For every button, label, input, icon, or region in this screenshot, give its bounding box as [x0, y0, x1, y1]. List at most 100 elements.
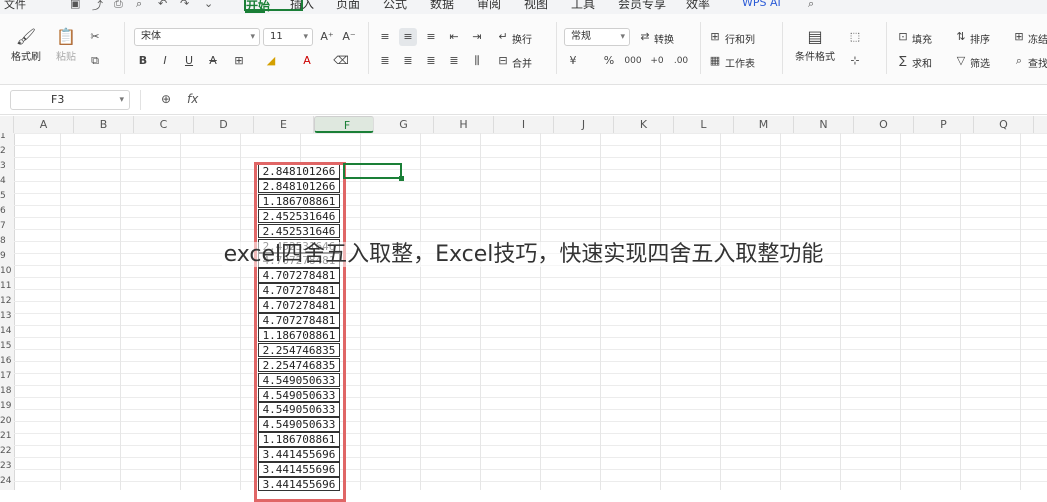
align-bottom-icon[interactable]: ≡ — [422, 28, 440, 46]
row-header[interactable]: 12 — [0, 295, 14, 307]
column-header-p[interactable]: P — [914, 116, 974, 133]
row-header[interactable]: 23 — [0, 460, 14, 472]
quick-access-dropdown-icon[interactable]: ⌄ — [204, 0, 213, 10]
column-header-m[interactable]: M — [734, 116, 794, 133]
row-header[interactable]: 21 — [0, 430, 14, 442]
convert-button[interactable]: 转换 — [654, 31, 674, 46]
thousands-icon[interactable]: 000 — [624, 52, 642, 70]
row-header[interactable]: 13 — [0, 310, 14, 322]
merge-button[interactable]: 合并 — [512, 55, 532, 70]
column-header-g[interactable]: G — [374, 116, 434, 133]
column-header-c[interactable]: C — [134, 116, 194, 133]
column-header-j[interactable]: J — [554, 116, 614, 133]
format-painter-button[interactable]: 🖌 格式刷 — [6, 26, 46, 63]
underline-icon[interactable]: U — [180, 52, 198, 70]
wrap-text-button[interactable]: 换行 — [512, 31, 532, 46]
tab-data[interactable]: 数据 — [430, 0, 454, 12]
row-header[interactable]: 5 — [0, 190, 14, 202]
column-header-e[interactable]: E — [254, 116, 314, 133]
tab-review[interactable]: 审阅 — [477, 0, 501, 12]
column-header-q[interactable]: Q — [974, 116, 1034, 133]
freeze-button[interactable]: 冻结 — [1028, 31, 1047, 46]
column-header-k[interactable]: K — [614, 116, 674, 133]
italic-icon[interactable]: I — [156, 52, 174, 70]
row-header[interactable]: 19 — [0, 400, 14, 412]
save-icon[interactable]: ▣ — [70, 0, 80, 10]
select-all-corner[interactable] — [0, 116, 14, 133]
preview-icon[interactable]: ⌕ — [136, 0, 142, 11]
filter-button[interactable]: 筛选 — [970, 55, 990, 70]
clear-format-icon[interactable]: ⌫ — [332, 52, 350, 70]
find-button[interactable]: 查找 — [1028, 55, 1047, 70]
print-icon[interactable]: ⎙ — [114, 0, 123, 11]
name-box[interactable]: F3 ▾ — [10, 90, 130, 110]
row-header[interactable]: 4 — [0, 175, 14, 187]
font-size-select[interactable]: 11 ▾ — [263, 28, 313, 46]
tab-tools[interactable]: 工具 — [571, 0, 595, 12]
tab-view[interactable]: 视图 — [524, 0, 548, 12]
row-header[interactable]: 1 — [0, 133, 14, 142]
row-header[interactable]: 2 — [0, 145, 14, 157]
align-left-icon[interactable]: ≣ — [376, 52, 394, 70]
fill-button[interactable]: 填充 — [912, 31, 932, 46]
paste-button[interactable]: 📋 粘贴 — [46, 26, 86, 63]
row-col-button[interactable]: 行和列 — [725, 31, 755, 46]
column-header-i[interactable]: I — [494, 116, 554, 133]
increase-decimal-icon[interactable]: +0 — [648, 52, 666, 70]
row-header[interactable]: 7 — [0, 220, 14, 232]
zoom-icon[interactable]: ⊕ — [161, 92, 171, 106]
fx-icon[interactable]: fx — [187, 92, 198, 106]
row-header[interactable]: 3 — [0, 160, 14, 172]
align-center-icon[interactable]: ≣ — [399, 52, 417, 70]
align-top-icon[interactable]: ≡ — [376, 28, 394, 46]
sum-button[interactable]: 求和 — [912, 55, 932, 70]
row-header[interactable]: 24 — [0, 475, 14, 487]
column-header-f[interactable]: F — [314, 116, 374, 133]
cut-icon[interactable]: ✂ — [86, 28, 104, 46]
distribute-icon[interactable]: ⫼ — [468, 52, 486, 70]
column-header-n[interactable]: N — [794, 116, 854, 133]
conditional-format-button[interactable]: ▤ 条件格式 — [792, 26, 838, 63]
increase-indent-icon[interactable]: ⇥ — [468, 28, 486, 46]
active-cell-f3[interactable] — [343, 163, 404, 181]
formula-input[interactable]: ⊕ fx — [140, 90, 1047, 110]
increase-font-icon[interactable]: A⁺ — [318, 28, 336, 46]
currency-icon[interactable]: ¥ — [564, 52, 582, 70]
row-header[interactable]: 16 — [0, 355, 14, 367]
percent-icon[interactable]: % — [600, 52, 618, 70]
column-header-h[interactable]: H — [434, 116, 494, 133]
decrease-font-icon[interactable]: A⁻ — [340, 28, 358, 46]
search-icon[interactable]: ⌕ — [808, 0, 814, 11]
tab-insert[interactable]: 插入 — [290, 0, 314, 12]
worksheet-button[interactable]: 工作表 — [725, 55, 755, 70]
tab-efficiency[interactable]: 效率 — [686, 0, 710, 12]
tab-member[interactable]: 会员专享 — [618, 0, 666, 12]
row-header[interactable]: 17 — [0, 370, 14, 382]
decrease-decimal-icon[interactable]: .00 — [672, 52, 690, 70]
export-icon[interactable]: ⤴ — [92, 0, 103, 13]
column-header-l[interactable]: L — [674, 116, 734, 133]
column-header-d[interactable]: D — [194, 116, 254, 133]
justify-icon[interactable]: ≣ — [445, 52, 463, 70]
column-header-a[interactable]: A — [14, 116, 74, 133]
number-format-select[interactable]: 常规 ▾ — [564, 28, 630, 46]
fill-handle[interactable] — [399, 176, 404, 181]
wps-ai-button[interactable]: WPS AI — [742, 0, 781, 9]
row-header[interactable]: 6 — [0, 205, 14, 217]
font-color-icon[interactable]: A — [298, 52, 316, 70]
tab-formula[interactable]: 公式 — [383, 0, 407, 12]
tab-page[interactable]: 页面 — [336, 0, 360, 12]
align-right-icon[interactable]: ≣ — [422, 52, 440, 70]
cell-style-icon[interactable]: ⬚ — [846, 28, 864, 46]
strikethrough-icon[interactable]: A — [204, 52, 222, 70]
copy-icon[interactable]: ⧉ — [86, 52, 104, 70]
row-header[interactable]: 14 — [0, 325, 14, 337]
font-name-select[interactable]: 宋体 ▾ — [134, 28, 260, 46]
fill-color-icon[interactable]: ◢ — [262, 52, 280, 70]
row-header[interactable]: 22 — [0, 445, 14, 457]
cell-grid[interactable] — [14, 133, 1047, 490]
bold-icon[interactable]: B — [134, 52, 152, 70]
column-header-o[interactable]: O — [854, 116, 914, 133]
file-menu[interactable]: 文件 — [4, 0, 26, 12]
row-header[interactable]: 11 — [0, 280, 14, 292]
